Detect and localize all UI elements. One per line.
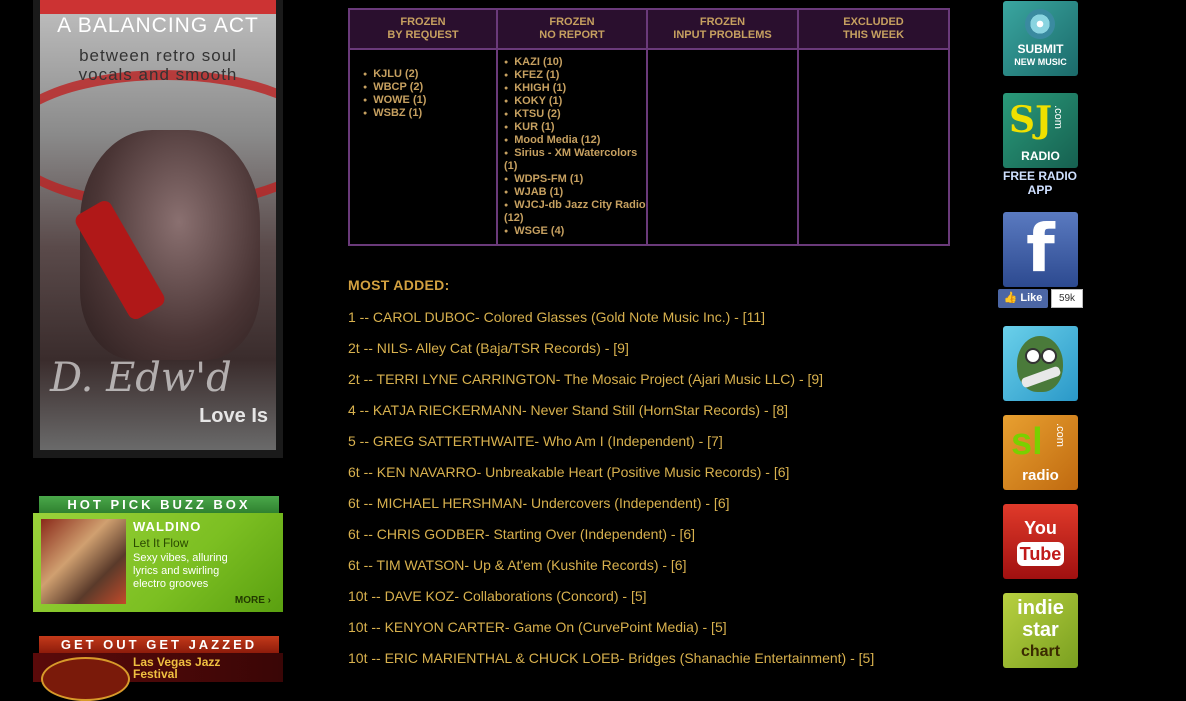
ad-title: A BALANCING ACT — [57, 14, 259, 37]
sj-dotcom-label: .com — [1052, 105, 1065, 129]
facebook-like-widget[interactable]: 👍 Like 59k — [998, 289, 1083, 308]
sl-dotcom-label: .com — [1054, 423, 1067, 447]
ad-top-bar — [40, 0, 276, 14]
buzz-blurb: Sexy vibes, alluring lyrics and swirling… — [133, 552, 228, 590]
thumbs-up-icon: 👍 — [1003, 292, 1018, 304]
sl-radio-label: radio — [1022, 467, 1059, 484]
ad-album-title: Love Is — [199, 405, 268, 427]
get-out-get-jazzed-heading: GET OUT GET JAZZED — [39, 636, 279, 654]
station-list-item: WSBZ (1) — [363, 107, 496, 120]
ad-artwork: A BALANCING ACT between retro soul vocal… — [40, 0, 276, 450]
sl-radio-button[interactable]: sl .com radio — [1003, 415, 1078, 490]
like-label: Like — [1020, 292, 1043, 304]
station-list-item: KFEZ (1) — [504, 69, 646, 82]
cell-input-problems — [646, 48, 799, 246]
ad-signature: D. Edw'd — [50, 355, 232, 401]
most-added-item[interactable]: 6t -- CHRIS GODBER- Starting Over (Indep… — [348, 524, 874, 555]
indie-label: indie — [1017, 597, 1064, 619]
most-added-item[interactable]: 6t -- TIM WATSON- Up & At'em (Kushite Re… — [348, 555, 874, 586]
submit-label-line2: NEW MUSIC — [1014, 57, 1067, 67]
most-added-item[interactable]: 10t -- ERIC MARIENTHAL & CHUCK LOEB- Bri… — [348, 648, 874, 679]
station-list-item: KHIGH (1) — [504, 82, 646, 95]
station-list-item: WBCP (2) — [363, 81, 496, 94]
sj-logo-icon: SJ — [1009, 99, 1053, 141]
ad-subtitle-line2: vocals and smooth — [78, 65, 238, 84]
station-list-item: WJAB (1) — [504, 186, 646, 199]
station-list-item: KTSU (2) — [504, 108, 646, 121]
submit-label-line1: SUBMIT — [1017, 42, 1064, 56]
station-list-item: KJLU (2) — [363, 68, 496, 81]
sj-radio-label: RADIO — [1021, 149, 1060, 163]
buzz-artist: WALDINO — [133, 519, 202, 534]
station-list-item: WDPS-FM (1) — [504, 173, 646, 186]
facebook-icon: f — [1026, 210, 1055, 287]
submit-new-music-button[interactable]: SUBMIT NEW MUSIC — [1003, 1, 1078, 76]
chart-label: chart — [1020, 643, 1061, 660]
indie-star-chart-button[interactable]: indie star chart — [1003, 593, 1078, 668]
youtube-button[interactable]: You Tube — [1003, 504, 1078, 579]
most-added-item[interactable]: 10t -- KENYON CARTER- Game On (CurvePoin… — [348, 617, 874, 648]
most-added-list: 1 -- CAROL DUBOC- Colored Glasses (Gold … — [348, 307, 874, 679]
buzz-album-thumbnail[interactable] — [41, 519, 126, 604]
bird-guitar-button[interactable] — [1003, 326, 1078, 401]
free-radio-app-link[interactable]: FREE RADIO APP — [995, 169, 1085, 197]
cd-disc-icon — [1025, 9, 1055, 39]
most-added-heading: MOST ADDED: — [348, 277, 450, 293]
sl-logo-icon: sl — [1011, 421, 1043, 463]
most-added-item[interactable]: 10t -- DAVE KOZ- Collaborations (Concord… — [348, 586, 874, 617]
buzz-album: Let It Flow — [133, 536, 189, 550]
most-added-item[interactable]: 6t -- MICHAEL HERSHMAN- Undercovers (Ind… — [348, 493, 874, 524]
most-added-item[interactable]: 6t -- KEN NAVARRO- Unbreakable Heart (Po… — [348, 462, 874, 493]
jazz-festival-title: Las Vegas Jazz Festival — [133, 655, 221, 681]
no-report-list: KAZI (10)KFEZ (1)KHIGH (1)KOKY (1)KTSU (… — [498, 50, 646, 238]
station-list-item: KOKY (1) — [504, 95, 646, 108]
station-list-item: Mood Media (12) — [504, 134, 646, 147]
bird-eye-right — [1041, 348, 1057, 364]
most-added-item[interactable]: 2t -- NILS- Alley Cat (Baja/TSR Records)… — [348, 338, 874, 369]
buzz-more-link[interactable]: MORE › — [235, 595, 271, 606]
frozen-stations-table: FROZEN BY REQUEST FROZEN NO REPORT FROZE… — [348, 8, 950, 246]
cell-excluded — [797, 48, 950, 246]
station-list-item: KUR (1) — [504, 121, 646, 134]
most-added-item[interactable]: 4 -- KATJA RIECKERMANN- Never Stand Stil… — [348, 400, 874, 431]
most-added-item[interactable]: 2t -- TERRI LYNE CARRINGTON- The Mosaic … — [348, 369, 874, 400]
facebook-like-count: 59k — [1051, 289, 1083, 308]
header-excluded-this-week: EXCLUDED THIS WEEK — [797, 8, 950, 50]
header-frozen-no-report: FROZEN NO REPORT — [496, 8, 648, 50]
facebook-like-button[interactable]: 👍 Like — [998, 289, 1048, 308]
bird-eye-left — [1025, 348, 1041, 364]
header-frozen-input-problems: FROZEN INPUT PROBLEMS — [646, 8, 799, 50]
facebook-button[interactable]: f — [1003, 212, 1078, 287]
youtube-tube-label: Tube — [1017, 542, 1064, 566]
ad-subtitle: between retro soul vocals and smooth — [40, 46, 276, 84]
balancing-act-ad-banner[interactable]: A BALANCING ACT between retro soul vocal… — [33, 0, 283, 458]
youtube-you-label: You — [1024, 518, 1057, 538]
station-list-item: WOWE (1) — [363, 94, 496, 107]
by-request-list: KJLU (2)WBCP (2)WOWE (1)WSBZ (1) — [350, 50, 496, 120]
submit-label: SUBMIT NEW MUSIC — [1003, 43, 1078, 69]
station-list-item: Sirius - XM Watercolors (1) — [504, 147, 646, 173]
station-list-item: WJCJ-db Jazz City Radio (12) — [504, 199, 646, 225]
station-list-item: KAZI (10) — [504, 56, 646, 69]
station-list-item: WSGE (4) — [504, 225, 646, 238]
cell-no-report: KAZI (10)KFEZ (1)KHIGH (1)KOKY (1)KTSU (… — [496, 48, 648, 246]
most-added-item[interactable]: 5 -- GREG SATTERTHWAITE- Who Am I (Indep… — [348, 431, 874, 462]
jazz-festival-logo — [41, 657, 130, 701]
sj-radio-app-button[interactable]: SJ .com RADIO — [1003, 93, 1078, 168]
cell-by-request: KJLU (2)WBCP (2)WOWE (1)WSBZ (1) — [348, 48, 498, 246]
ad-subtitle-line1: between retro soul — [79, 46, 237, 65]
header-frozen-by-request: FROZEN BY REQUEST — [348, 8, 498, 50]
star-label: star — [1022, 619, 1059, 641]
hot-pick-buzz-box[interactable]: WALDINO Let It Flow Sexy vibes, alluring… — [33, 513, 283, 612]
most-added-item[interactable]: 1 -- CAROL DUBOC- Colored Glasses (Gold … — [348, 307, 874, 338]
get-out-get-jazzed-box[interactable]: Las Vegas Jazz Festival — [33, 653, 283, 701]
hot-pick-buzz-box-heading: HOT PICK BUZZ BOX — [39, 496, 279, 514]
